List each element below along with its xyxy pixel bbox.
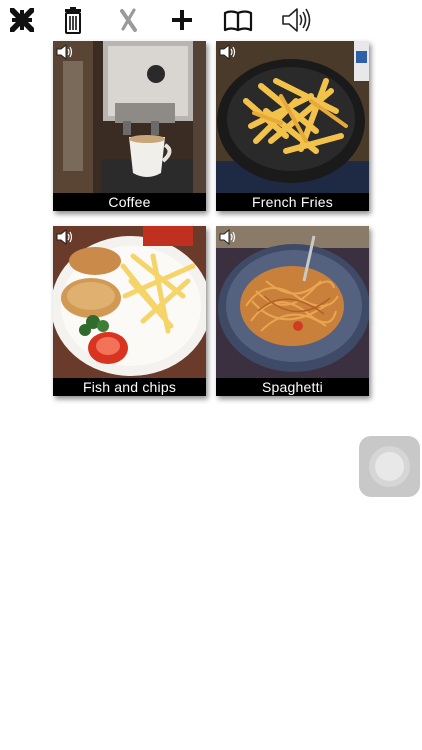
assistive-touch-core-icon bbox=[375, 452, 404, 481]
tile-speaker-icon[interactable] bbox=[55, 43, 75, 61]
tile-speaker-icon[interactable] bbox=[55, 228, 75, 246]
coffee-photo bbox=[53, 41, 206, 193]
tile-fish-and-chips[interactable]: Fish and chips bbox=[53, 226, 206, 396]
tile-spaghetti[interactable]: Spaghetti bbox=[216, 226, 369, 396]
tile-speaker-icon[interactable] bbox=[218, 43, 238, 61]
toolbar bbox=[0, 0, 422, 40]
tile-label: Spaghetti bbox=[216, 378, 369, 396]
tile-french-fries[interactable]: French Fries bbox=[216, 41, 369, 211]
tile-label: French Fries bbox=[216, 193, 369, 211]
spaghetti-photo bbox=[216, 226, 369, 378]
tile-label: Fish and chips bbox=[53, 378, 206, 396]
assistive-touch-button[interactable] bbox=[359, 436, 420, 497]
plus-icon[interactable] bbox=[166, 4, 198, 36]
cross-icon[interactable] bbox=[112, 4, 144, 36]
book-icon[interactable] bbox=[222, 4, 254, 36]
collapse-arrows-icon[interactable] bbox=[6, 4, 38, 36]
trash-icon[interactable] bbox=[57, 4, 89, 36]
tile-speaker-icon[interactable] bbox=[218, 228, 238, 246]
french-fries-photo bbox=[216, 41, 369, 193]
tile-label: Coffee bbox=[53, 193, 206, 211]
speaker-icon[interactable] bbox=[279, 4, 313, 36]
tile-coffee[interactable]: Coffee bbox=[53, 41, 206, 211]
fish-and-chips-photo bbox=[53, 226, 206, 378]
